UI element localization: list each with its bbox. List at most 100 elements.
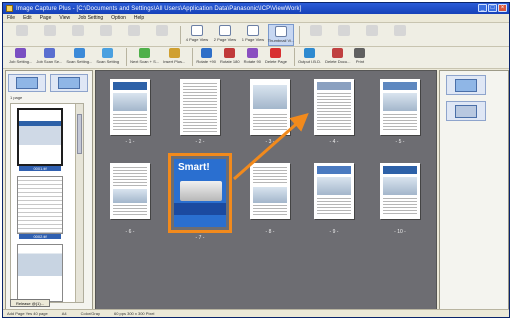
- thumbnail-item[interactable]: [17, 176, 63, 234]
- menu-bar: File Edit Page View Job Setting Option H…: [3, 14, 509, 23]
- action-button-label: Output I.B.D.: [297, 59, 322, 64]
- output-button-1[interactable]: [446, 75, 486, 95]
- toolbar-button-btn10[interactable]: [387, 24, 413, 46]
- minimize-icon[interactable]: _: [478, 4, 487, 12]
- close-icon[interactable]: ×: [498, 4, 507, 12]
- action-button-2[interactable]: Job Scan Se...: [36, 48, 62, 68]
- toolbar-button-btn7[interactable]: [303, 24, 329, 46]
- action-button-9[interactable]: Rotate 90: [244, 48, 261, 68]
- action-10-icon: [270, 48, 282, 58]
- toolbar-button-btn3[interactable]: [65, 24, 91, 46]
- action-7-icon: [200, 48, 212, 58]
- action-button-11[interactable]: Output I.B.D.: [298, 48, 321, 68]
- toolbar-button-view4[interactable]: Thumbnail Vi...: [268, 24, 294, 46]
- page-label: - 4 -: [329, 139, 339, 145]
- action-13-icon: [354, 48, 366, 58]
- menu-edit[interactable]: Edit: [23, 15, 32, 21]
- toolbar-btn4-icon: [100, 25, 112, 36]
- action-button-4[interactable]: Scan Setting: [96, 48, 119, 68]
- page-thumbnail-6[interactable]: [110, 163, 150, 219]
- page-label: - 10 -: [394, 229, 406, 235]
- menu-job-setting[interactable]: Job Setting: [78, 15, 103, 21]
- output-button-2[interactable]: [446, 101, 486, 121]
- page-thumbnail-8[interactable]: [250, 163, 290, 219]
- page-count-label: 1 page: [10, 95, 23, 100]
- action-button-label: Scan Setting...: [66, 59, 93, 64]
- action-button-1[interactable]: Job Setting...: [9, 48, 32, 68]
- printer-icon: [455, 105, 477, 118]
- page-label: - 9 -: [329, 229, 339, 235]
- page-text-lines: [183, 83, 217, 132]
- toolbar-button-view3[interactable]: 1 Page View: [240, 24, 266, 46]
- page-header-block: [383, 82, 417, 90]
- action-button-5[interactable]: Next Scan + S...: [130, 48, 159, 68]
- action-button-6[interactable]: Insert Plus...: [163, 48, 185, 68]
- folder-tab[interactable]: [50, 74, 88, 92]
- page-text-lines: [113, 114, 147, 132]
- toolbar-button-btn4[interactable]: [93, 24, 119, 46]
- page-preview: [19, 110, 61, 164]
- toolbar-separator: [192, 48, 194, 66]
- toolbar-view3-icon: [247, 25, 259, 36]
- thumbnail-item[interactable]: [17, 108, 63, 166]
- toolbar-button-btn1[interactable]: [9, 24, 35, 46]
- page-text-lines: [383, 198, 417, 216]
- toolbar-button-btn6[interactable]: [149, 24, 175, 46]
- page-text-lines: [253, 167, 287, 185]
- action-button-label: Print: [355, 59, 365, 64]
- action-2-icon: [43, 48, 55, 58]
- maximize-icon[interactable]: □: [488, 4, 497, 12]
- toolbar-button-view1[interactable]: 4 Page View: [184, 24, 210, 46]
- toolbar-button-btn8[interactable]: [331, 24, 357, 46]
- action-button-label: Insert Plus...: [163, 59, 186, 64]
- page-thumbnail-7[interactable]: Smart!: [174, 159, 226, 227]
- scan-tab[interactable]: [8, 74, 46, 92]
- scrollbar-thumb[interactable]: [77, 114, 82, 154]
- page-thumbnail-2[interactable]: [180, 79, 220, 135]
- view-toolbar: 4 Page View 2 Page View 1 Page View Thumbna…: [3, 23, 509, 47]
- menu-option[interactable]: Option: [111, 15, 126, 21]
- thumbnail-item[interactable]: [17, 244, 63, 302]
- page-thumbnail-5[interactable]: [380, 79, 420, 135]
- page-header-block: [113, 82, 147, 90]
- action-button-label: Next Scan + S...: [130, 59, 160, 64]
- action-8-icon: [224, 48, 236, 58]
- page-text-lines: [253, 114, 287, 132]
- toolbar-btn3-icon: [72, 25, 84, 36]
- action-button-7[interactable]: Rotate +90: [196, 48, 216, 68]
- page-thumbnail-10[interactable]: [380, 163, 420, 219]
- thumbnail-view-area[interactable]: - 1 - - 2 - - 3 - - 4 - - 5 - - 6 - Smar…: [95, 70, 437, 310]
- toolbar-button-view2[interactable]: 2 Page View: [212, 24, 238, 46]
- menu-file[interactable]: File: [7, 15, 15, 21]
- action-button-12[interactable]: Delete Docu...: [325, 48, 350, 68]
- action-button-13[interactable]: Print: [354, 48, 366, 68]
- menu-help[interactable]: Help: [134, 15, 144, 21]
- toolbar-button-label: 4 Page View: [185, 37, 209, 42]
- action-button-3[interactable]: Scan Setting...: [66, 48, 92, 68]
- toolbar-button-btn2[interactable]: [37, 24, 63, 46]
- action-4-icon: [102, 48, 114, 58]
- app-icon: [6, 5, 13, 12]
- toolbar-button-btn9[interactable]: [359, 24, 385, 46]
- toolbar-view4-icon: [275, 26, 287, 37]
- page-header-block: [317, 166, 351, 174]
- menu-page[interactable]: Page: [40, 15, 52, 21]
- release-button[interactable]: Release @(1)...: [10, 299, 50, 307]
- page-thumbnail-9[interactable]: [314, 163, 354, 219]
- folder-icon: [58, 77, 80, 89]
- page-image: [113, 189, 147, 203]
- toolbar-button-btn5[interactable]: [121, 24, 147, 46]
- action-9-icon: [246, 48, 258, 58]
- page-thumbnail-4[interactable]: [314, 79, 354, 135]
- menu-view[interactable]: View: [59, 15, 70, 21]
- printer-image: [180, 181, 222, 201]
- page-thumbnail-1[interactable]: [110, 79, 150, 135]
- action-button-10[interactable]: Delete Page: [265, 48, 287, 68]
- thumbnail-scrollbar[interactable]: [75, 104, 83, 302]
- action-button-8[interactable]: Rotate 180: [220, 48, 240, 68]
- toolbar-separator: [299, 26, 300, 44]
- page-thumbnail-3[interactable]: [250, 79, 290, 135]
- thumbnail-list[interactable]: 0001.tif 0002.tif: [10, 103, 84, 303]
- left-panel-tabs: [8, 73, 90, 93]
- action-button-label: Rotate +90: [196, 59, 217, 64]
